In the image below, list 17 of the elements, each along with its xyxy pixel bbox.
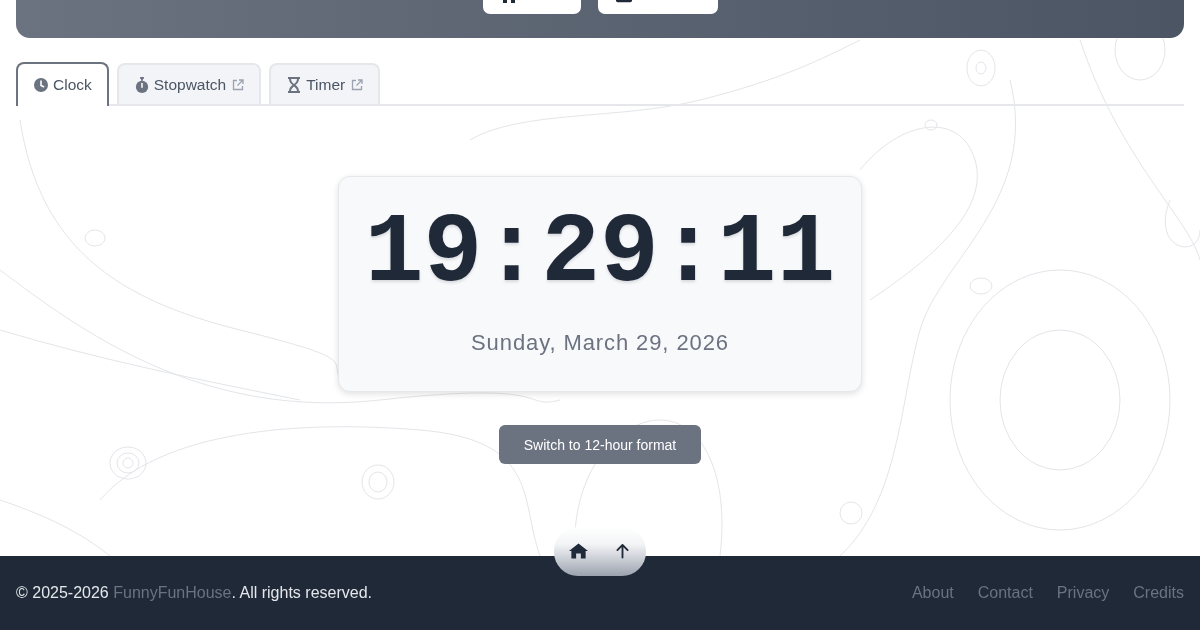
clock-icon — [34, 77, 48, 93]
home-icon — [568, 542, 588, 559]
stopwatch-icon — [134, 76, 149, 93]
copyright-text: © 2025-2026 FunnyFunHouse. All rights reserved. — [16, 584, 372, 602]
footer-link[interactable]: Credits — [1133, 584, 1184, 602]
hourglass-icon — [287, 76, 302, 93]
tab[interactable]: Stopwatch — [116, 63, 262, 104]
brand-link[interactable]: FunnyFunHouse — [113, 584, 232, 601]
clock-time: 19:29:11 — [364, 202, 836, 306]
footer-link[interactable]: About — [911, 584, 954, 602]
format-toggle-button[interactable]: Switch to 12-hour format — [499, 425, 701, 464]
clock-date: Sunday, March 29, 2026 — [471, 330, 729, 356]
footer-link[interactable]: Contact — [977, 584, 1033, 602]
tab[interactable]: Clock — [16, 62, 109, 106]
footer-link[interactable]: Privacy — [1056, 584, 1110, 602]
tab[interactable]: Timer — [269, 63, 381, 104]
arrow-up-icon — [615, 542, 629, 559]
